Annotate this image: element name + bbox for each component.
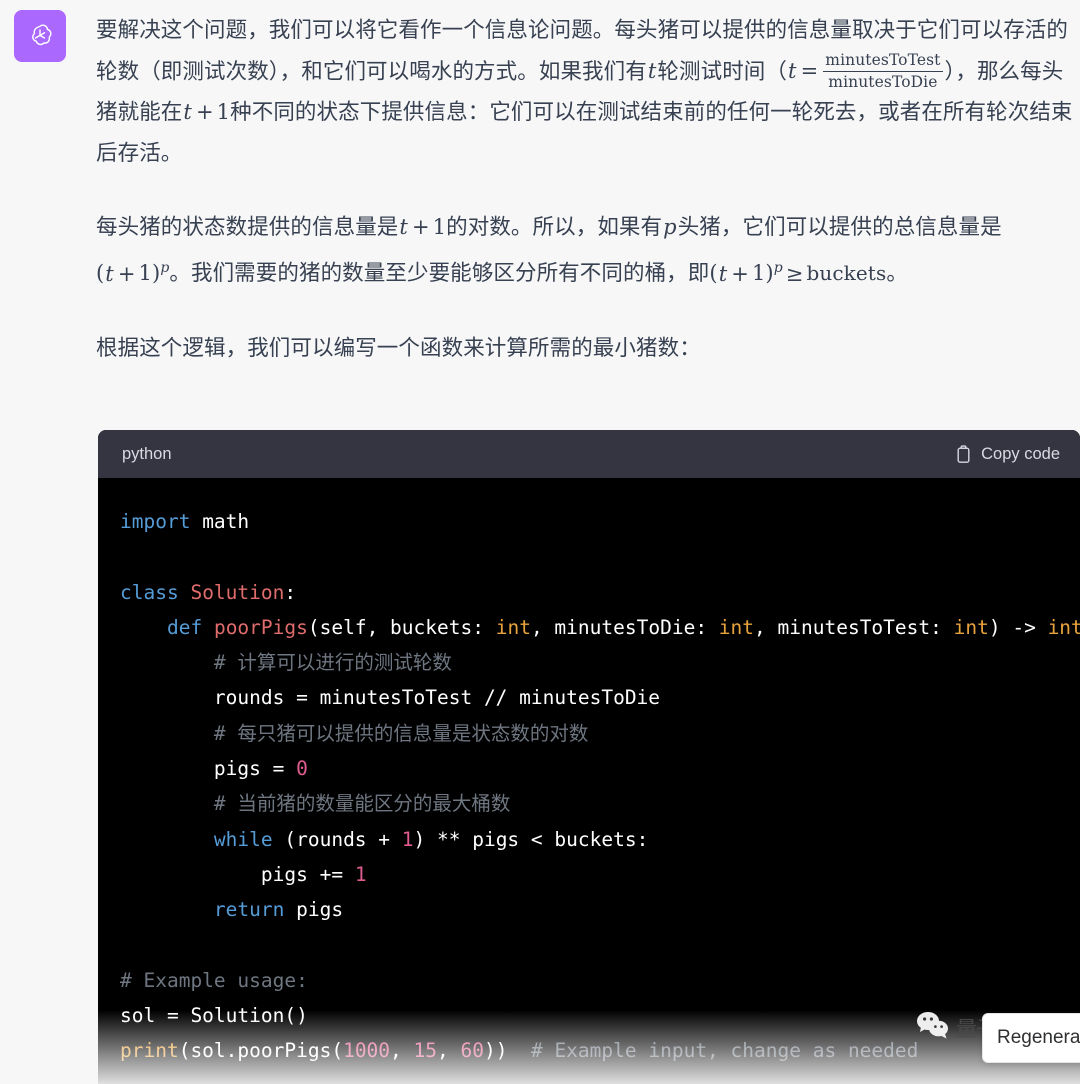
paragraph-3: 根据这个逻辑，我们可以编写一个函数来计算所需的最小猪数：: [96, 328, 1080, 369]
code-token: # 计算可以进行的测试轮数: [120, 651, 452, 675]
p1-math-plus: +: [195, 100, 214, 125]
code-token: (self, buckets:: [307, 615, 496, 639]
code-token: # 当前猪的数量能区分的最大桶数: [120, 792, 511, 816]
p2-math-rparen2: ): [765, 261, 774, 286]
p2-math-one: 1: [432, 215, 447, 240]
code-token: int: [718, 615, 755, 639]
regenerate-label: Regenerate: [997, 1027, 1080, 1048]
p1-math-t: t: [647, 59, 657, 84]
code-token: 15: [413, 1039, 438, 1063]
p2-math-p: p: [663, 215, 677, 240]
p1-math-one: 1: [216, 100, 231, 125]
p2-math-geq: ≥: [785, 261, 804, 286]
p2-math-plus3: +: [731, 261, 749, 286]
code-token: poorPigs: [213, 615, 308, 639]
code-token: print: [120, 1039, 179, 1063]
p1-math-t3: t: [183, 100, 192, 125]
code-token: def: [166, 615, 203, 639]
code-token: :: [284, 580, 297, 604]
code-token: int: [495, 615, 531, 639]
p1-math-eq: =: [800, 59, 819, 84]
code-token: # Example usage:: [120, 968, 308, 992]
copy-code-label: Copy code: [981, 444, 1060, 463]
p2-math-exp-p2: p: [773, 260, 783, 277]
code-token: class: [120, 580, 179, 604]
p2-math-one2: 1: [138, 261, 153, 286]
code-token: 1000: [343, 1039, 391, 1063]
p2-text-3: 头猪，它们可以提供的总信息量是: [677, 215, 1002, 240]
assistant-message: 要解决这个问题，我们可以将它看作一个信息论问题。每头猪可以提供的信息量取决于它们…: [96, 0, 1080, 369]
p1-math-t2: t: [788, 59, 797, 84]
chat-message-page: 要解决这个问题，我们可以将它看作一个信息论问题。每头猪可以提供的信息量取决于它们…: [0, 0, 1080, 1084]
code-token: rounds = minutesToTest // minutesToDie: [120, 686, 661, 710]
p2-math-plus: +: [411, 215, 430, 240]
code-token: ) ->: [988, 615, 1048, 639]
code-block-header: python Copy code: [98, 430, 1080, 478]
code-token: (rounds +: [272, 827, 402, 851]
code-token: , minutesToTest:: [754, 615, 954, 639]
p2-math-t3: t: [718, 261, 728, 286]
p1-fraction-denominator: minutesToDie: [828, 72, 938, 91]
p2-math-t2: t: [105, 261, 114, 286]
code-language-label: python: [122, 444, 172, 463]
p2-math-buckets: buckets: [806, 261, 887, 286]
p2-text-1: 每头猪的状态数提供的信息量是: [96, 215, 399, 240]
code-token: 1: [354, 862, 367, 886]
p1-fraction: minutesToTest minutesToDie: [823, 51, 943, 92]
p1-text-4: 种不同的状态下提供信息：它们可以在测试结束前的任何一轮死去，或者在所有轮次结束后…: [96, 100, 1073, 166]
p1-text-2: 轮测试时间（: [657, 59, 788, 84]
paragraph-2: 每头猪的状态数提供的信息量是t +1的对数。所以，如果有p头猪，它们可以提供的总信…: [96, 207, 1080, 294]
p2-text-4: 。我们需要的猪的数量至少要能够区分所有不同的桶，即: [169, 261, 710, 286]
regenerate-button[interactable]: Regenerate: [982, 1013, 1080, 1063]
p2-math-one3: 1: [751, 261, 766, 286]
p3-text-1: 根据这个逻辑，我们可以编写一个函数来计算所需的最小猪数：: [96, 335, 701, 360]
p2-math-plus2: +: [117, 261, 136, 286]
code-token: ) ** pigs < buckets:: [413, 827, 649, 851]
code-token: pigs +=: [120, 862, 355, 886]
copy-code-button[interactable]: Copy code: [955, 445, 1060, 464]
code-token: 60: [460, 1039, 484, 1063]
code-block: python Copy code import math class Solut…: [98, 430, 1080, 1084]
code-token: ,: [437, 1039, 461, 1063]
p2-math-lparen2: (: [709, 261, 718, 286]
openai-logo-icon: [25, 21, 55, 51]
code-token: 0: [296, 757, 308, 781]
p2-math-t: t: [399, 215, 408, 240]
code-token: import: [120, 510, 191, 533]
assistant-avatar: [14, 10, 66, 62]
code-token: sol = Solution(): [120, 1004, 308, 1028]
code-token: return: [213, 898, 285, 922]
code-token: )): [483, 1039, 520, 1063]
code-token: pigs: [284, 898, 344, 922]
code-token: pigs =: [120, 757, 297, 781]
code-block-body[interactable]: import math class Solution: def poorPigs…: [98, 478, 1080, 1084]
p1-fraction-numerator: minutesToTest: [823, 51, 943, 72]
code-token: int: [953, 615, 989, 639]
clipboard-icon: [955, 444, 972, 464]
code-token: while: [213, 827, 273, 851]
code-token: Solution: [190, 580, 285, 604]
code-token: ,: [390, 1039, 414, 1063]
code-token: # 每只猪可以提供的信息量是状态数的对数: [120, 721, 589, 745]
code-content[interactable]: import math class Solution: def poorPigs…: [98, 504, 1080, 1069]
code-token: # Example input, change as needed: [519, 1039, 919, 1063]
code-token: 1: [401, 827, 414, 851]
code-token: , minutesToDie:: [530, 615, 719, 639]
code-token: math: [190, 510, 250, 533]
paragraph-1: 要解决这个问题，我们可以将它看作一个信息论问题。每头猪可以提供的信息量取决于它们…: [96, 10, 1080, 174]
code-token: int: [1047, 615, 1080, 639]
p2-text-5: 。: [886, 261, 908, 286]
code-token: (sol.poorPigs(: [178, 1039, 344, 1063]
p2-text-2: 的对数。所以，如果有: [446, 215, 663, 240]
